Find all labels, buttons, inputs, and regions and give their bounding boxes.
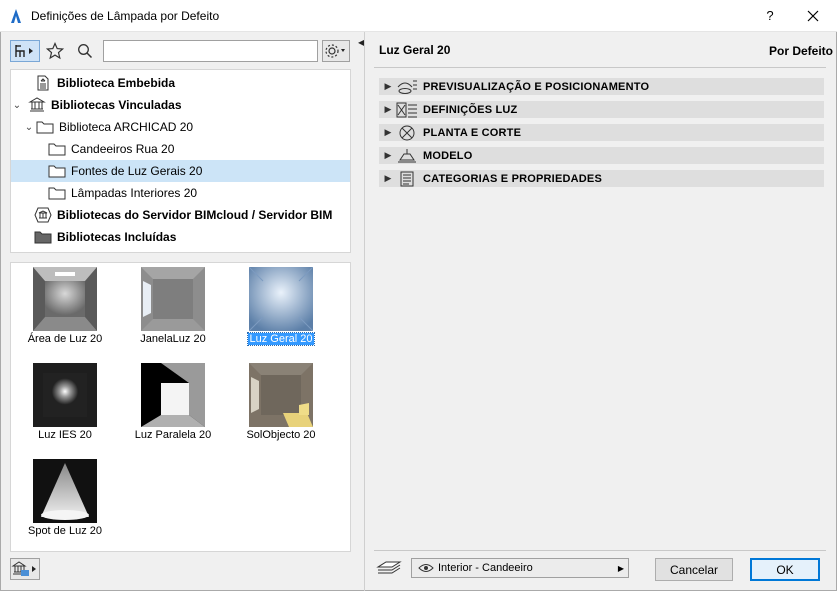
archicad-app-icon — [11, 9, 21, 23]
library-tree: Biblioteca Embebida ⌄ Bibliotecas Vincul… — [10, 69, 351, 253]
chevron-down-icon[interactable]: ⌄ — [11, 100, 23, 111]
preview-icon — [395, 79, 419, 95]
panel-label: PREVISUALIZAÇÃO E POSICIONAMENTO — [423, 80, 650, 93]
linked-libraries-icon — [27, 97, 47, 113]
tree-item-label: Biblioteca Embebida — [57, 76, 176, 90]
panel-model[interactable]: ▶ MODELO — [379, 147, 824, 164]
panel-label: PLANTA E CORTE — [423, 126, 522, 139]
panel-label: CATEGORIAS E PROPRIEDADES — [423, 172, 602, 185]
layers-icon — [376, 561, 402, 574]
panel-categories-properties[interactable]: ▶ CATEGORIAS E PROPRIEDADES — [379, 170, 824, 187]
folder-icon — [35, 119, 55, 135]
layer-value: Interior - Candeeiro — [438, 562, 533, 574]
thumbnail-label: JanelaLuz 20 — [140, 333, 206, 345]
tree-item-general-light-sources[interactable]: Fontes de Luz Gerais 20 — [11, 160, 350, 182]
included-folder-icon — [33, 229, 53, 245]
gear-icon — [325, 44, 345, 58]
thumbnail-label: Spot de Luz 20 — [27, 525, 102, 537]
settings-menu-button[interactable] — [322, 40, 350, 62]
thumbnail-sun-object[interactable]: SolObjecto 20 — [227, 359, 335, 451]
tree-item-label: Fontes de Luz Gerais 20 — [71, 164, 203, 178]
categories-icon — [395, 171, 419, 187]
tree-item-label: Biblioteca ARCHICAD 20 — [59, 120, 194, 134]
tree-item-linked-libraries[interactable]: ⌄ Bibliotecas Vinculadas — [11, 94, 350, 116]
tree-item-label: Bibliotecas Vinculadas — [51, 98, 182, 112]
tree-item-bimcloud-libraries[interactable]: Bibliotecas do Servidor BIMcloud / Servi… — [11, 204, 350, 226]
tree-item-label: Bibliotecas do Servidor BIMcloud / Servi… — [57, 208, 333, 222]
help-button[interactable]: ? — [760, 6, 780, 26]
window-light-thumb — [141, 267, 205, 331]
ies-light-thumb — [33, 363, 97, 427]
ok-button[interactable]: OK — [750, 558, 820, 581]
library-chair-icon — [15, 45, 33, 57]
thumbnail-ies-light[interactable]: Luz IES 20 — [11, 359, 119, 451]
chevron-right-icon: ▶ — [384, 150, 392, 160]
thumbnail-label: Luz Geral 20 — [246, 332, 316, 346]
parallel-light-thumb — [141, 363, 205, 427]
favorites-button[interactable] — [44, 40, 66, 62]
thumbnail-parallel-light[interactable]: Luz Paralela 20 — [119, 359, 227, 451]
object-thumbnail-grid: Área de Luz 20 JanelaLuz 20 Luz Geral 20… — [10, 262, 351, 552]
divider — [374, 550, 826, 551]
tree-item-included-libraries[interactable]: Bibliotecas Incluídas — [11, 226, 350, 248]
chevron-right-icon: ▶ — [384, 104, 392, 114]
tree-item-interior-lamps[interactable]: Lâmpadas Interiores 20 — [11, 182, 350, 204]
window-title: Definições de Lâmpada por Defeito — [31, 9, 220, 23]
model-lamp-icon — [395, 148, 419, 164]
thumbnail-label: Luz IES 20 — [38, 429, 92, 441]
folder-icon — [47, 163, 67, 179]
bim-server-icon — [33, 207, 53, 223]
panel-light-settings[interactable]: ▶ DEFINIÇÕES LUZ — [379, 101, 824, 118]
search-icon — [78, 44, 93, 59]
light-settings-icon — [395, 102, 419, 118]
library-view-button[interactable] — [10, 40, 40, 62]
general-light-thumb — [249, 267, 313, 331]
panel-floor-plan-section[interactable]: ▶ PLANTA E CORTE — [379, 124, 824, 141]
thumbnail-spot-light[interactable]: Spot de Luz 20 — [11, 455, 119, 547]
pane-splitter[interactable]: ◀ — [357, 32, 365, 591]
area-light-thumb — [33, 267, 97, 331]
embedded-library-icon — [33, 75, 53, 91]
chevron-down-icon[interactable]: ⌄ — [23, 122, 35, 133]
star-icon — [46, 42, 64, 60]
library-manager-icon — [11, 561, 36, 576]
title-bar: Definições de Lâmpada por Defeito ? — [0, 0, 837, 32]
tree-item-embedded-library[interactable]: Biblioteca Embebida — [11, 72, 350, 94]
folder-icon — [47, 185, 67, 201]
chevron-right-icon: ▶ — [384, 127, 392, 137]
thumbnail-window-light[interactable]: JanelaLuz 20 — [119, 263, 227, 355]
cancel-button[interactable]: Cancelar — [655, 558, 733, 581]
thumbnail-label: Luz Paralela 20 — [134, 429, 212, 441]
layer-dropdown[interactable]: Interior - Candeeiro ▶ — [411, 558, 629, 578]
divider — [374, 67, 826, 68]
panel-label: MODELO — [423, 149, 473, 162]
chevron-right-icon: ▶ — [384, 81, 392, 91]
library-manager-button[interactable] — [10, 558, 40, 580]
object-name: Luz Geral 20 — [379, 43, 451, 57]
floor-plan-icon — [395, 125, 419, 141]
sun-object-thumb — [249, 363, 313, 427]
thumbnail-label: SolObjecto 20 — [246, 429, 316, 441]
chevron-right-icon: ▶ — [617, 564, 624, 573]
tree-item-label: Lâmpadas Interiores 20 — [71, 186, 198, 200]
spot-light-thumb — [33, 459, 97, 523]
close-button[interactable] — [800, 6, 826, 26]
thumbnail-label: Área de Luz 20 — [27, 333, 103, 345]
tree-item-label: Bibliotecas Incluídas — [57, 230, 177, 244]
chevron-right-icon: ▶ — [384, 173, 392, 183]
search-input[interactable] — [103, 40, 318, 62]
thumbnail-general-light[interactable]: Luz Geral 20 — [227, 263, 335, 355]
folder-icon — [47, 141, 67, 157]
thumbnail-area-light[interactable]: Área de Luz 20 — [11, 263, 119, 355]
panel-preview-positioning[interactable]: ▶ PREVISUALIZAÇÃO E POSICIONAMENTO — [379, 78, 824, 95]
eye-icon — [418, 563, 434, 573]
search-button[interactable] — [74, 40, 96, 62]
panel-label: DEFINIÇÕES LUZ — [423, 103, 518, 116]
default-label: Por Defeito — [769, 44, 834, 58]
tree-item-label: Candeeiros Rua 20 — [71, 142, 175, 156]
tree-item-street-lamps[interactable]: Candeeiros Rua 20 — [11, 138, 350, 160]
tree-item-archicad-library[interactable]: ⌄ Biblioteca ARCHICAD 20 — [11, 116, 350, 138]
